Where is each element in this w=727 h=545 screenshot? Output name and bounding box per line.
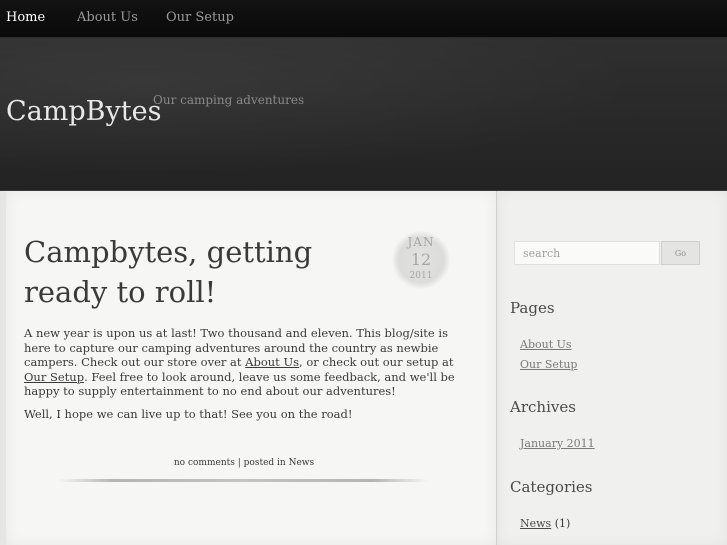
category-count: (1) — [554, 517, 571, 530]
sidebar-link-our-setup[interactable]: Our Setup — [520, 358, 577, 371]
nav-item-our-setup[interactable]: Our Setup — [166, 10, 234, 25]
posted-in-label: posted in — [243, 458, 286, 468]
archives-heading: Archives — [510, 398, 576, 416]
post-paragraph-2: Well, I hope we can live up to that! See… — [24, 407, 353, 421]
meta-separator: | — [237, 458, 241, 468]
top-navigation: Home About Us Our Setup — [0, 0, 727, 38]
post-date-month: JAN — [407, 235, 435, 249]
post-meta: no comments | posted in News — [24, 458, 464, 468]
post-paragraph-1: A new year is upon us at last! Two thous… — [24, 326, 464, 399]
category-link-news[interactable]: News — [289, 458, 315, 468]
site-title[interactable]: CampBytes — [6, 96, 161, 127]
nav-item-about-us[interactable]: About Us — [77, 10, 138, 25]
nav-item-home[interactable]: Home — [6, 10, 45, 25]
site-header: CampBytes Our camping adventures — [0, 38, 727, 191]
site-tagline: Our camping adventures — [153, 93, 305, 107]
search-input[interactable] — [514, 241, 660, 265]
comments-link[interactable]: no comments — [174, 458, 235, 468]
archive-link-january-2011[interactable]: January 2011 — [520, 437, 595, 450]
pages-heading: Pages — [510, 299, 555, 317]
sidebar-link-about-us[interactable]: About Us — [520, 338, 572, 351]
post-date-day: 12 — [410, 250, 432, 269]
post-date-badge: JAN 12 2011 — [392, 231, 450, 289]
post-link-about-us[interactable]: About Us — [245, 355, 299, 369]
post-text: . Feel free to look around, leave us som… — [24, 369, 455, 399]
post-title[interactable]: Campbytes, getting ready to roll! — [24, 232, 384, 312]
categories-heading: Categories — [510, 478, 593, 496]
category-item-news: News (1) — [520, 517, 570, 530]
category-link-news-sidebar[interactable]: News — [520, 517, 551, 530]
post-text: , or check out our setup at — [299, 355, 454, 369]
post-date-year: 2011 — [409, 271, 433, 281]
search-go-button[interactable]: Go — [661, 241, 700, 265]
post-divider — [58, 479, 428, 482]
post-link-our-setup[interactable]: Our Setup — [24, 370, 84, 384]
